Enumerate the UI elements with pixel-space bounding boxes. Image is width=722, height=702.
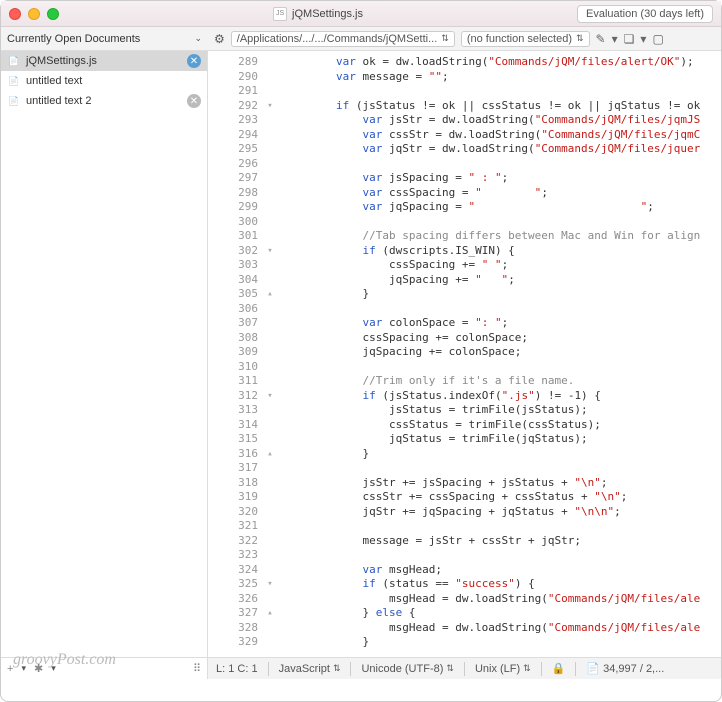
line-gutter[interactable]: 2892902912922932942952962972982993003013… [208, 51, 263, 657]
file-row[interactable]: 📄 untitled text [1, 71, 207, 91]
lock-icon[interactable]: 🔒 [552, 662, 566, 675]
dropdown-icon[interactable]: ▾ [612, 32, 618, 46]
chevron-updown-icon: ⇅ [576, 33, 584, 44]
new-doc-icon[interactable]: ▢ [652, 32, 663, 46]
marker-icon[interactable]: ✎ [596, 32, 606, 46]
cursor-position[interactable]: L: 1 C: 1 [216, 663, 258, 675]
dropdown-icon[interactable]: ▾ [640, 32, 646, 46]
watermark: groovyPost.com [13, 651, 116, 669]
file-row[interactable]: 📄 untitled text 2 ✕ [1, 91, 207, 111]
close-file-icon[interactable]: ✕ [187, 94, 201, 108]
gear-icon[interactable]: ⚙ [214, 32, 225, 46]
path-text: /Applications/.../.../Commands/jQMSetti.… [237, 33, 438, 45]
function-selector[interactable]: (no function selected) ⇅ [461, 31, 590, 47]
editor: 2892902912922932942952962972982993003013… [208, 51, 721, 679]
toolbar: Currently Open Documents ⌄ ⚙ /Applicatio… [1, 27, 721, 51]
file-name: untitled text 2 [26, 95, 182, 107]
window-title: jQMSettings.js [292, 8, 363, 20]
chevron-down-icon: ⌄ [194, 33, 202, 44]
file-name: jQMSettings.js [26, 55, 182, 67]
chevron-updown-icon: ⇅ [441, 33, 449, 44]
file-icon: 📄 [7, 54, 21, 68]
file-row[interactable]: 📄 jQMSettings.js ✕ [1, 51, 207, 71]
lineending-selector[interactable]: Unix (LF) ⇅ [475, 663, 531, 675]
evaluation-button[interactable]: Evaluation (30 days left) [577, 5, 713, 23]
filter-icon[interactable]: ⠿ [193, 662, 201, 675]
sidebar: 📄 jQMSettings.js ✕ 📄 untitled text 📄 untitled … [1, 51, 208, 679]
encoding-selector[interactable]: Unicode (UTF-8) ⇅ [361, 663, 453, 675]
code-area[interactable]: 2892902912922932942952962972982993003013… [208, 51, 721, 657]
sidebar-header[interactable]: Currently Open Documents ⌄ [1, 33, 208, 45]
close-window-button[interactable] [9, 8, 21, 20]
open-files-list: 📄 jQMSettings.js ✕ 📄 untitled text 📄 untitled … [1, 51, 207, 657]
window-controls [9, 8, 59, 20]
file-icon: 📄 [7, 74, 21, 88]
zoom-window-button[interactable] [47, 8, 59, 20]
function-label: (no function selected) [467, 33, 572, 45]
file-icon: 📄 [7, 94, 21, 108]
path-selector[interactable]: /Applications/.../.../Commands/jQMSetti.… [231, 31, 455, 47]
fold-gutter[interactable]: ▾▾▴▾▴▾▴ [263, 51, 277, 657]
close-file-icon[interactable]: ✕ [187, 54, 201, 68]
file-name: untitled text [26, 75, 201, 87]
file-size: 📄 34,997 / 2,... [586, 662, 664, 675]
statusbar: L: 1 C: 1 JavaScript ⇅ Unicode (UTF-8) ⇅… [208, 657, 721, 679]
title-center: JS jQMSettings.js [59, 7, 577, 21]
js-file-icon: JS [273, 7, 287, 21]
code-text[interactable]: var ok = dw.loadString("Commands/jQM/fil… [277, 51, 721, 657]
titlebar: JS jQMSettings.js Evaluation (30 days le… [1, 1, 721, 27]
language-selector[interactable]: JavaScript ⇅ [279, 663, 341, 675]
sidebar-header-label: Currently Open Documents [7, 33, 190, 45]
stack-icon[interactable]: ❏ [624, 32, 635, 46]
minimize-window-button[interactable] [28, 8, 40, 20]
